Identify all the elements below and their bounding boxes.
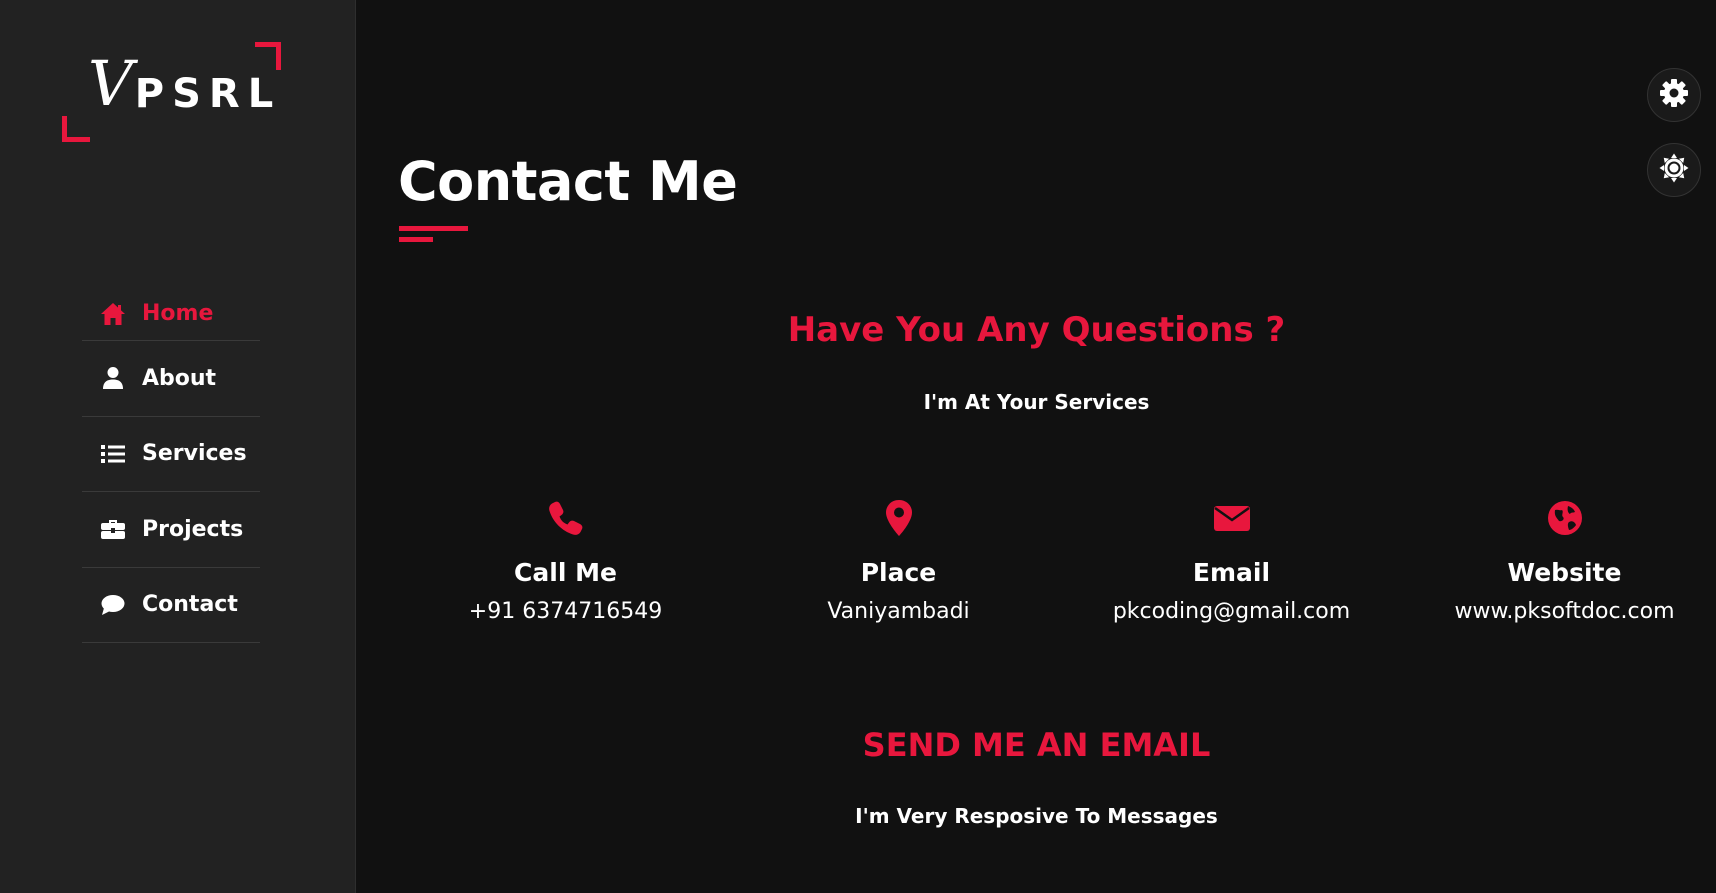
sidebar: V PSRL Home About Services Projects Cont…	[0, 0, 356, 893]
contact-card-title: Email	[1192, 558, 1271, 587]
logo[interactable]: V PSRL	[62, 42, 281, 142]
phone-icon	[548, 496, 584, 540]
page: V PSRL Home About Services Projects Cont…	[0, 0, 1716, 893]
contact-card-title: Website	[1507, 558, 1622, 587]
contact-card-website: Website www.pksoftdoc.com	[1398, 496, 1716, 646]
sidebar-item-about[interactable]: About	[82, 341, 260, 417]
sidebar-item-label: About	[142, 365, 217, 391]
contact-card-place: Place Vaniyambadi	[732, 496, 1065, 646]
theme-toggle-button[interactable]	[1647, 143, 1701, 197]
globe-icon	[1547, 496, 1583, 540]
questions-subheading: I'm At Your Services	[923, 390, 1150, 414]
logo-mark: V	[88, 47, 133, 121]
logo-text: PSRL	[134, 71, 282, 117]
email-section-subheading: I'm Very Resposive To Messages	[855, 804, 1218, 828]
contact-card-value[interactable]: +91 6374716549	[469, 599, 662, 624]
contact-card-title: Call Me	[514, 558, 617, 587]
envelope-icon	[1213, 496, 1251, 540]
chat-icon	[100, 592, 126, 618]
contact-card-value[interactable]: pkcoding@gmail.com	[1113, 599, 1350, 624]
gear-icon	[1659, 78, 1689, 112]
sidebar-nav: Home About Services Projects Contact	[82, 287, 260, 643]
contact-card-email: Email pkcoding@gmail.com	[1065, 496, 1398, 646]
settings-button[interactable]	[1647, 68, 1701, 122]
page-title: Contact Me	[398, 150, 738, 213]
sidebar-item-label: Contact	[142, 592, 238, 618]
sidebar-item-projects[interactable]: Projects	[82, 492, 260, 568]
sidebar-item-label: Services	[142, 441, 247, 467]
sidebar-item-services[interactable]: Services	[82, 417, 260, 492]
contact-card-phone: Call Me +91 6374716549	[399, 496, 732, 646]
logo-wordmark: V PSRL	[88, 47, 282, 121]
title-underline-short	[399, 237, 433, 242]
contact-card-value: Vaniyambadi	[827, 599, 970, 624]
list-icon	[100, 441, 126, 467]
contact-info-grid: Call Me +91 6374716549 Place Vaniyambadi…	[399, 496, 1716, 646]
logo-bracket-bottom-left	[62, 116, 90, 142]
sidebar-item-contact[interactable]: Contact	[82, 568, 260, 643]
user-icon	[100, 365, 126, 391]
main-content: Contact Me Have You Any Questions ? I'm …	[357, 0, 1716, 893]
map-pin-icon	[885, 496, 913, 540]
title-underline	[399, 226, 468, 231]
questions-heading: Have You Any Questions ?	[787, 310, 1286, 350]
sidebar-item-label: Projects	[142, 516, 244, 542]
sun-icon	[1659, 153, 1689, 187]
sidebar-item-label: Home	[142, 301, 214, 326]
sidebar-item-home[interactable]: Home	[82, 287, 260, 341]
contact-card-value[interactable]: www.pksoftdoc.com	[1454, 599, 1674, 624]
home-icon	[100, 301, 126, 327]
briefcase-icon	[100, 516, 126, 542]
email-section-heading: SEND ME AN EMAIL	[862, 726, 1211, 764]
contact-card-title: Place	[860, 558, 937, 587]
